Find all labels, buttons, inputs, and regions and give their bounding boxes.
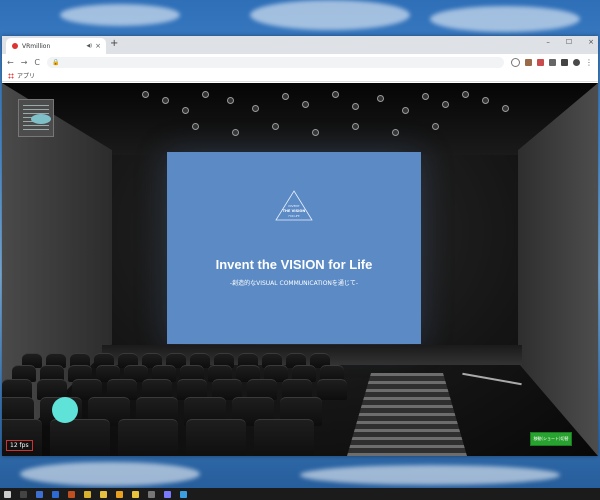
browser-window: VRmillion ◀) × + – ☐ × ← → C 🔒 ⋮ アプリ INV… xyxy=(2,36,598,456)
app-icon[interactable] xyxy=(116,490,123,498)
window-controls: – ☐ × xyxy=(546,38,594,46)
task-view-icon[interactable] xyxy=(36,490,43,498)
ceiling-light xyxy=(232,129,239,136)
scene-menu-icon[interactable] xyxy=(18,99,54,137)
fps-counter: 12 fps xyxy=(6,440,33,451)
logo-line-3: FOR LIFE xyxy=(288,215,300,218)
browser-menu-icon[interactable]: ⋮ xyxy=(585,58,593,67)
app-icon[interactable] xyxy=(148,490,155,498)
screen-title: Invent the VISION for Life xyxy=(215,257,373,272)
ceiling-light xyxy=(272,123,279,130)
browser-tab[interactable]: VRmillion ◀) × xyxy=(6,38,106,54)
ceiling-light xyxy=(332,91,339,98)
move-mode-toggle-button[interactable]: 移動(ショート)切替 xyxy=(530,432,572,446)
extension-icons: ⋮ xyxy=(511,57,593,67)
ceiling-light xyxy=(182,107,189,114)
ceiling-light xyxy=(422,93,429,100)
tab-title: VRmillion xyxy=(22,42,51,50)
desktop-cloud xyxy=(300,465,560,485)
ceiling-light xyxy=(252,105,259,112)
apps-grid-icon[interactable] xyxy=(8,72,14,79)
theater-seat xyxy=(50,419,110,456)
vision-logo: INVENT THE VISION FOR LIFE xyxy=(275,190,313,222)
screen-subtitle: -創造的なVISUAL COMMUNICATIONを通じて- xyxy=(229,280,359,287)
aisle-rail xyxy=(462,372,522,386)
app-icon[interactable] xyxy=(164,490,171,498)
edge-icon[interactable] xyxy=(52,490,59,498)
ceiling-light xyxy=(432,123,439,130)
ceiling-light xyxy=(227,97,234,104)
new-tab-button[interactable]: + xyxy=(110,38,118,49)
desktop-cloud xyxy=(430,6,580,32)
bookmark-star-icon[interactable] xyxy=(511,57,520,67)
aisle-steps xyxy=(347,373,467,456)
ceiling-light xyxy=(377,95,384,102)
ceiling-light xyxy=(502,105,509,112)
movement-joystick[interactable] xyxy=(52,397,78,423)
tab-close-icon[interactable]: × xyxy=(95,42,101,50)
ceiling-light xyxy=(192,123,199,130)
browser-toolbar: ← → C 🔒 ⋮ xyxy=(2,54,598,70)
ceiling-light xyxy=(482,97,489,104)
desktop-cloud xyxy=(60,4,180,26)
ceiling-light xyxy=(352,123,359,130)
close-window-button[interactable]: × xyxy=(588,38,594,46)
ceiling-light xyxy=(202,91,209,98)
search-icon[interactable] xyxy=(20,490,27,498)
cinema-screen: INVENT THE VISION FOR LIFE Invent the VI… xyxy=(167,152,421,344)
browser-titlebar: VRmillion ◀) × + – ☐ × xyxy=(2,36,598,54)
app-icon[interactable] xyxy=(180,490,187,498)
address-bar[interactable]: 🔒 xyxy=(47,56,504,68)
ceiling-light xyxy=(312,129,319,136)
tab-audio-icon[interactable]: ◀) xyxy=(86,43,92,49)
ceiling-light xyxy=(162,97,169,104)
desktop-cloud xyxy=(250,0,410,30)
minimize-button[interactable]: – xyxy=(546,38,550,46)
profile-avatar-icon[interactable] xyxy=(573,58,580,66)
ceiling-light xyxy=(352,103,359,110)
reload-button[interactable]: C xyxy=(34,58,40,67)
extensions-puzzle-icon[interactable] xyxy=(561,58,568,66)
file-explorer-icon[interactable] xyxy=(84,490,91,498)
logo-line-1: INVENT xyxy=(288,204,300,208)
ceiling-light xyxy=(442,101,449,108)
folder-icon[interactable] xyxy=(100,490,107,498)
extension-icon[interactable] xyxy=(525,58,532,66)
ceiling-light xyxy=(142,91,149,98)
theater-seat xyxy=(118,419,178,456)
ceiling-light xyxy=(302,101,309,108)
logo-line-2: THE VISION xyxy=(282,209,306,213)
theater-seat xyxy=(317,379,347,400)
extension-icon[interactable] xyxy=(549,58,556,66)
theater-seat xyxy=(254,419,314,456)
ceiling-light xyxy=(402,107,409,114)
forward-button[interactable]: → xyxy=(21,58,28,67)
ceiling-light xyxy=(462,91,469,98)
start-icon[interactable] xyxy=(4,490,11,498)
ceiling-light xyxy=(392,129,399,136)
app-icon[interactable] xyxy=(68,490,75,498)
apps-bookmark[interactable]: アプリ xyxy=(17,71,35,80)
theater-seat xyxy=(186,419,246,456)
desktop-cloud xyxy=(20,462,200,486)
extension-icon[interactable] xyxy=(537,58,544,66)
back-button[interactable]: ← xyxy=(7,58,14,67)
favicon-icon xyxy=(12,43,18,49)
windows-taskbar xyxy=(0,488,600,500)
lock-icon[interactable]: 🔒 xyxy=(52,59,59,66)
bookmarks-bar: アプリ xyxy=(2,70,598,82)
vr-theater-viewport[interactable]: INVENT THE VISION FOR LIFE Invent the VI… xyxy=(2,83,598,456)
menu-blob xyxy=(31,114,51,124)
ceiling-light xyxy=(282,93,289,100)
maximize-button[interactable]: ☐ xyxy=(566,38,572,46)
chrome-icon[interactable] xyxy=(132,490,139,498)
